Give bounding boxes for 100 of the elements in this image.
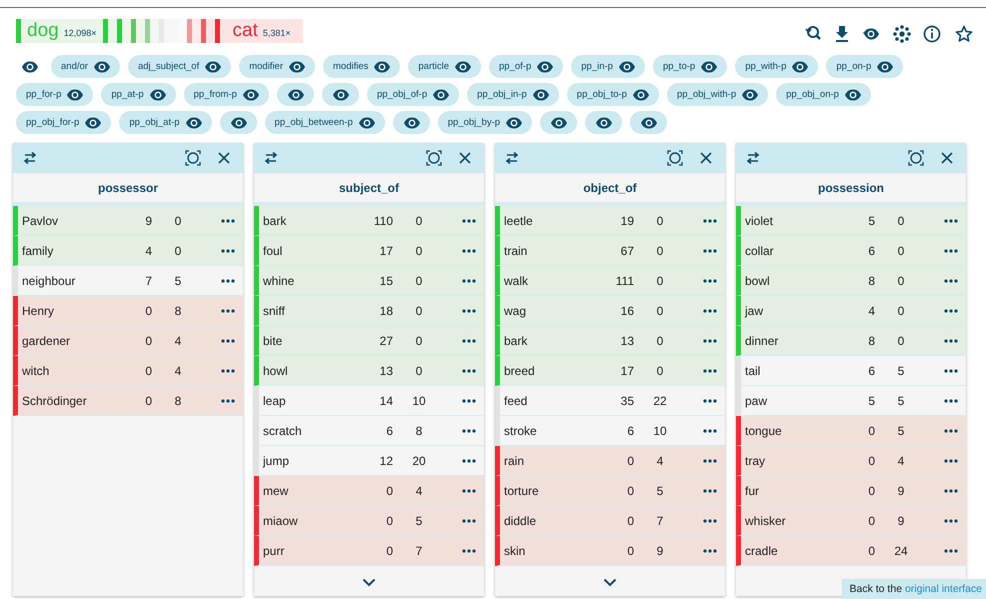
filter-chip[interactable]: pp_obj_to-p [566, 83, 659, 106]
dots-circle-icon[interactable] [892, 24, 912, 44]
more-icon[interactable] [944, 278, 958, 282]
result-row[interactable]: bark 110 0 [254, 206, 484, 236]
result-row[interactable]: stroke 6 10 [495, 416, 725, 446]
more-icon[interactable] [703, 398, 717, 402]
result-row[interactable]: paw 5 5 [736, 386, 966, 416]
filter-chip[interactable]: adj_subject_of [128, 55, 232, 78]
more-icon[interactable] [221, 278, 235, 282]
result-row[interactable]: rain 0 4 [495, 446, 725, 476]
close-icon[interactable] [940, 151, 954, 165]
result-row[interactable]: leap 14 10 [254, 386, 484, 416]
filter-chip[interactable]: and/or [51, 55, 120, 78]
result-row[interactable]: witch 0 4 [13, 356, 243, 386]
result-row[interactable]: fur 0 9 [736, 476, 966, 506]
filter-chip[interactable] [540, 111, 578, 134]
more-icon[interactable] [462, 428, 476, 432]
more-icon[interactable] [462, 398, 476, 402]
more-icon[interactable] [703, 458, 717, 462]
more-icon[interactable] [944, 218, 958, 222]
more-icon[interactable] [944, 428, 958, 432]
swap-arrows-icon[interactable] [504, 151, 520, 165]
more-icon[interactable] [944, 398, 958, 402]
swap-arrows-icon[interactable] [22, 151, 38, 165]
result-row[interactable]: tail 6 5 [736, 356, 966, 386]
filter-chip[interactable]: pp_obj_between-p [264, 111, 385, 134]
star-icon[interactable] [954, 24, 974, 44]
more-icon[interactable] [703, 548, 717, 552]
more-icon[interactable] [462, 488, 476, 492]
more-icon[interactable] [703, 278, 717, 282]
more-icon[interactable] [703, 218, 717, 222]
swap-arrows-icon[interactable] [745, 151, 761, 165]
more-icon[interactable] [462, 308, 476, 312]
result-row[interactable]: gardener 0 4 [13, 326, 243, 356]
more-icon[interactable] [221, 368, 235, 372]
result-row[interactable]: wag 16 0 [495, 296, 725, 326]
focus-icon[interactable] [426, 150, 442, 166]
filter-chip[interactable]: particle [408, 55, 482, 78]
result-row[interactable]: dinner 8 0 [736, 326, 966, 356]
result-row[interactable]: scratch 6 8 [254, 416, 484, 446]
filter-chip[interactable]: pp_obj_at-p [119, 111, 212, 134]
filter-chip[interactable]: pp_to-p [652, 55, 728, 78]
result-row[interactable]: tongue 0 5 [736, 416, 966, 446]
more-icon[interactable] [462, 338, 476, 342]
result-row[interactable]: Schrödinger 0 8 [13, 386, 243, 416]
result-row[interactable]: mew 0 4 [254, 476, 484, 506]
result-row[interactable]: sniff 18 0 [254, 296, 484, 326]
more-icon[interactable] [944, 338, 958, 342]
more-icon[interactable] [944, 488, 958, 492]
more-icon[interactable] [703, 428, 717, 432]
result-row[interactable]: whisker 0 9 [736, 506, 966, 536]
filter-chip[interactable]: pp_at-p [101, 83, 176, 106]
result-row[interactable]: train 67 0 [495, 236, 725, 266]
filter-chip[interactable]: pp_from-p [184, 83, 269, 106]
filter-chip[interactable]: pp_in-p [571, 55, 645, 78]
more-icon[interactable] [703, 338, 717, 342]
result-row[interactable]: purr 0 7 [254, 536, 484, 566]
more-icon[interactable] [944, 518, 958, 522]
result-row[interactable]: walk 111 0 [495, 266, 725, 296]
more-icon[interactable] [462, 518, 476, 522]
more-icon[interactable] [221, 308, 235, 312]
filter-chip[interactable]: pp_with-p [735, 55, 818, 78]
result-row[interactable]: collar 6 0 [736, 236, 966, 266]
more-icon[interactable] [703, 308, 717, 312]
filter-chip[interactable]: pp_obj_for-p [16, 111, 112, 134]
focus-icon[interactable] [908, 150, 924, 166]
more-icon[interactable] [944, 248, 958, 252]
more-icon[interactable] [462, 368, 476, 372]
result-row[interactable]: torture 0 5 [495, 476, 725, 506]
info-icon[interactable] [922, 24, 942, 44]
result-row[interactable]: cradle 0 24 [736, 536, 966, 566]
focus-icon[interactable] [185, 150, 201, 166]
result-row[interactable]: leetle 19 0 [495, 206, 725, 236]
result-row[interactable]: bowl 8 0 [736, 266, 966, 296]
filter-chip[interactable] [322, 83, 359, 106]
result-row[interactable]: Henry 0 8 [13, 296, 243, 326]
result-row[interactable]: family 4 0 [13, 236, 243, 266]
filter-chip[interactable]: modifier [239, 55, 316, 78]
result-row[interactable]: Pavlov 9 0 [13, 206, 243, 236]
filter-chip[interactable]: pp_obj_by-p [438, 111, 532, 134]
filter-chip[interactable]: modifies [323, 55, 400, 78]
result-row[interactable]: violet 5 0 [736, 206, 966, 236]
more-icon[interactable] [221, 218, 235, 222]
filter-chip[interactable]: pp_for-p [16, 83, 94, 106]
result-row[interactable]: tray 0 4 [736, 446, 966, 476]
more-icon[interactable] [944, 458, 958, 462]
result-row[interactable]: jump 12 20 [254, 446, 484, 476]
chevron-down-icon[interactable] [603, 578, 617, 586]
more-icon[interactable] [703, 368, 717, 372]
filter-chip[interactable]: pp_of-p [489, 55, 564, 78]
more-icon[interactable] [221, 338, 235, 342]
swap-arrows-icon[interactable] [263, 151, 279, 165]
more-icon[interactable] [221, 398, 235, 402]
more-icon[interactable] [944, 368, 958, 372]
result-row[interactable]: skin 0 9 [495, 536, 725, 566]
filter-chip[interactable] [585, 111, 622, 134]
filter-chip[interactable] [630, 111, 668, 134]
filter-chip[interactable]: pp_obj_with-p [666, 83, 768, 106]
close-icon[interactable] [217, 151, 231, 165]
more-icon[interactable] [703, 248, 717, 252]
